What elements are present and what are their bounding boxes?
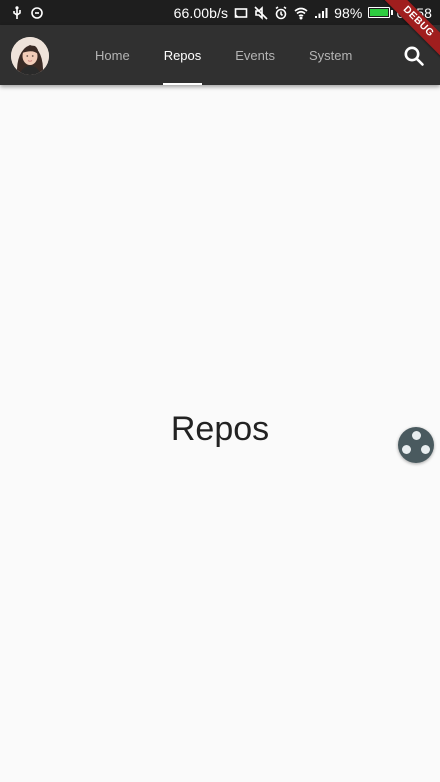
screen: 66.00b/s 98% 00:58: [0, 0, 440, 782]
tab-home[interactable]: Home: [78, 25, 147, 85]
ball-dot-left: [402, 445, 411, 454]
cast-icon: [234, 6, 248, 20]
tab-home-label: Home: [95, 47, 130, 63]
app-bar: Home Repos Events System: [0, 25, 440, 85]
ball-dot-top: [411, 431, 421, 440]
user-avatar[interactable]: [11, 37, 49, 75]
battery-percent: 98%: [334, 4, 363, 21]
wifi-icon: [294, 6, 308, 20]
tab-system[interactable]: System: [292, 25, 369, 85]
search-button[interactable]: [400, 42, 428, 70]
mute-icon: [254, 5, 268, 20]
tab-bar: Home Repos Events System: [78, 25, 369, 85]
ball-dot-right: [421, 445, 430, 454]
signal-icon: [314, 6, 328, 20]
tab-repos-label: Repos: [163, 47, 202, 63]
tab-repos[interactable]: Repos: [147, 25, 219, 85]
usb-icon: [10, 5, 24, 20]
status-bar: 66.00b/s 98% 00:58: [0, 0, 440, 25]
alarm-icon: [274, 5, 288, 20]
search-icon: [404, 46, 424, 66]
battery-level: [370, 9, 389, 16]
status-bar-left: [10, 5, 44, 20]
sync-icon: [30, 6, 44, 20]
battery-icon: [368, 7, 394, 18]
page-title: Repos: [170, 410, 270, 448]
tab-events[interactable]: Events: [218, 25, 292, 85]
net-speed: 66.00b/s: [173, 4, 229, 21]
assistive-ball-icon[interactable]: [398, 427, 434, 463]
tab-system-label: System: [309, 47, 353, 63]
tab-events-label: Events: [235, 47, 276, 63]
